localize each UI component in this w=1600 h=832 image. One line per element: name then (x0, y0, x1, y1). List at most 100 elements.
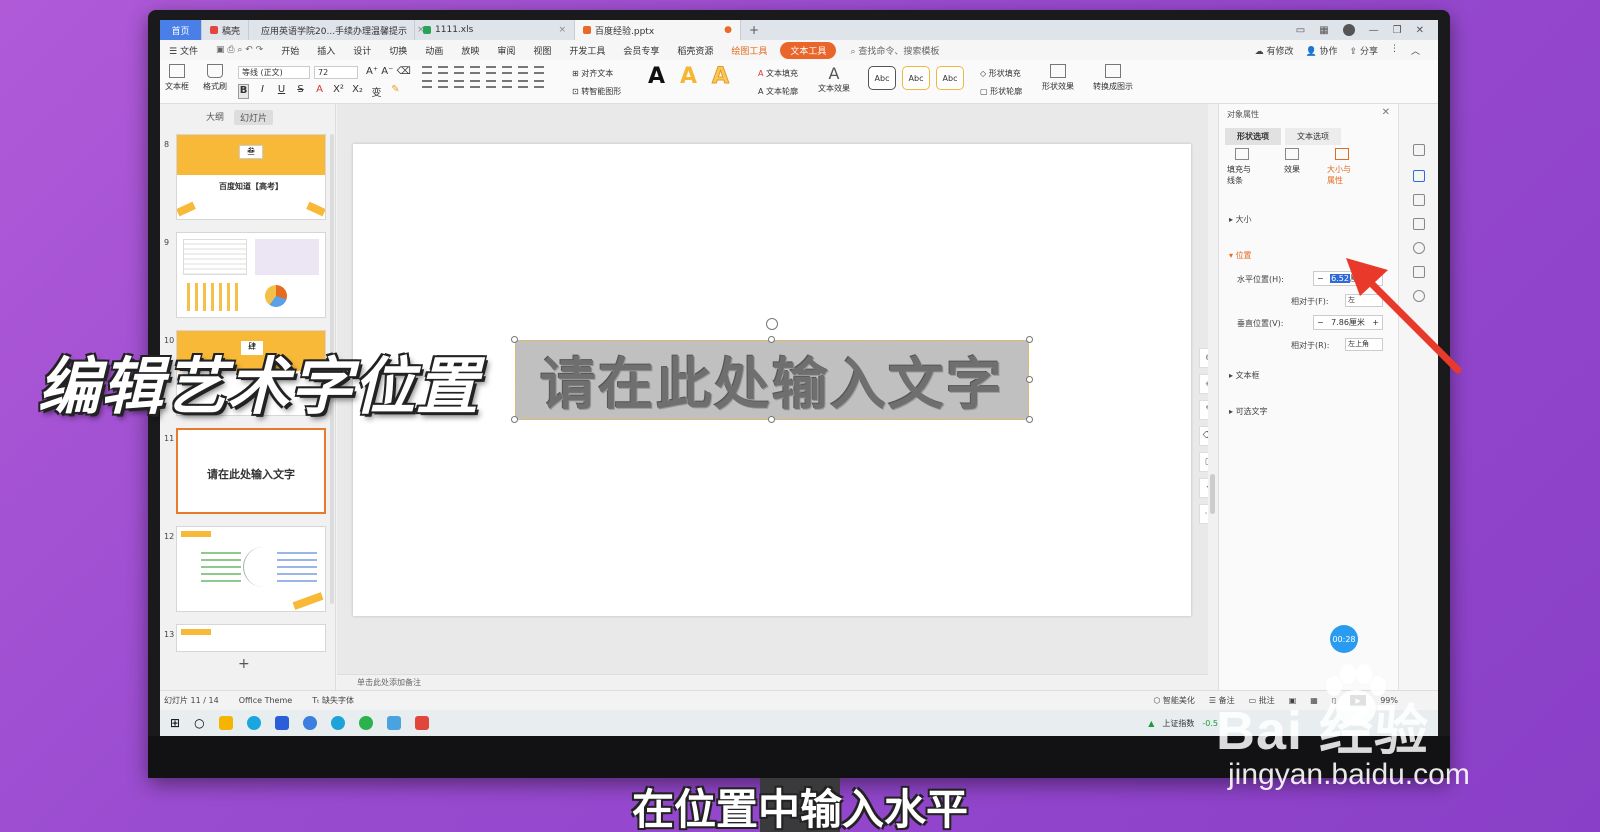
tab-pptx[interactable]: 百度经验.pptx ● (575, 20, 742, 40)
resize-handle[interactable] (1026, 416, 1033, 423)
edge-icon[interactable] (330, 716, 345, 730)
resize-handle[interactable] (1026, 336, 1033, 343)
tab-shape-options[interactable]: 形状选项 (1225, 128, 1281, 145)
collab-button[interactable]: 👤 协作 (1305, 44, 1337, 57)
new-tab-button[interactable]: + (741, 23, 767, 37)
search-icon[interactable]: ○ (194, 716, 204, 730)
slide-thumb-12[interactable] (176, 526, 326, 612)
slide-thumb-8[interactable]: 叁 百度知道【高考】 (176, 134, 326, 220)
direction-icon[interactable] (486, 66, 496, 74)
decrement-icon[interactable]: − (1317, 274, 1324, 283)
number-icon[interactable] (438, 66, 448, 74)
convert-diagram-button[interactable]: 转换成图示 (1088, 64, 1138, 92)
close-icon[interactable]: × (558, 25, 566, 35)
indent-inc-icon[interactable] (470, 66, 480, 74)
menu-slideshow[interactable]: 放映 (452, 44, 488, 57)
indent-dec-icon[interactable] (454, 66, 464, 74)
avatar[interactable] (1342, 24, 1355, 36)
tab-doc[interactable]: 应用英语学院20...手续办理温馨提示 × (249, 20, 425, 40)
menu-design[interactable]: 设计 (344, 44, 380, 57)
font-color-button[interactable]: A (314, 84, 325, 99)
app-icon[interactable] (386, 716, 401, 730)
distribute-icon[interactable] (486, 80, 496, 88)
grid-icon[interactable]: ▦ (1319, 25, 1328, 36)
shape-fill-button[interactable]: ◇ 形状填充 (980, 68, 1021, 79)
tab-slides[interactable]: 幻灯片 (234, 110, 274, 125)
tab-text-options[interactable]: 文本选项 (1285, 128, 1341, 145)
quick-access-icons[interactable]: ▣ ⎙ ⌕ ↶ ↷ (207, 45, 272, 55)
resize-handle[interactable] (768, 416, 775, 423)
restore-icon[interactable]: ❐ (1393, 25, 1402, 36)
wordart-style-outline[interactable]: A (711, 64, 729, 90)
text-effect-button[interactable]: A 文本效果 (814, 64, 854, 94)
rotate-handle-icon[interactable] (766, 318, 778, 330)
menu-text-tools[interactable]: 文本工具 (780, 41, 837, 59)
fill-line-category[interactable]: 填充与线条 (1227, 148, 1257, 186)
resize-handle[interactable] (511, 336, 518, 343)
close-panel-icon[interactable]: ✕ (1382, 107, 1390, 118)
shape-style-1[interactable]: Abc (868, 66, 896, 90)
highlight-button[interactable]: ✎ (390, 84, 401, 99)
section-size[interactable]: ▸ 大小 (1229, 214, 1252, 225)
text-outline-button[interactable]: A 文本轮廓 (758, 86, 798, 97)
slide-thumb-11[interactable]: 请在此处输入文字 (176, 428, 326, 514)
menu-file[interactable]: ☰ 文件 (160, 44, 207, 57)
menu-resources[interactable]: 稻壳资源 (668, 44, 722, 57)
tab-docer[interactable]: 稿壳 (202, 20, 250, 40)
wordart-style-gold[interactable]: A (680, 64, 697, 89)
line-gap-icon[interactable] (534, 80, 544, 88)
para-indent-icon[interactable] (518, 80, 528, 88)
menu-member[interactable]: 会员专享 (614, 44, 668, 57)
share-button[interactable]: ⇪ 分享 (1350, 44, 1378, 57)
tab-xls[interactable]: 1111.xls × (415, 20, 576, 40)
phonetic-button[interactable]: 变 (371, 84, 382, 99)
format-brush-button[interactable]: 格式刷 (200, 64, 230, 92)
browser-icon[interactable] (246, 716, 261, 730)
menu-transition[interactable]: 切换 (380, 44, 416, 57)
menu-review[interactable]: 审阅 (488, 44, 524, 57)
file-explorer-icon[interactable] (218, 716, 233, 730)
align-center-icon[interactable] (438, 80, 448, 88)
align-left-icon[interactable] (422, 80, 432, 88)
textbox-button[interactable]: 文本框 (162, 64, 192, 92)
resize-handle[interactable] (511, 416, 518, 423)
size-props-category[interactable]: 大小与属性 (1327, 148, 1357, 186)
menu-insert[interactable]: 插入 (308, 44, 344, 57)
app-icon[interactable] (274, 716, 289, 730)
slide-thumb-9[interactable] (176, 232, 326, 318)
underline-button[interactable]: U (276, 84, 287, 99)
windows-start-icon[interactable]: ⊞ (170, 716, 180, 730)
section-textbox[interactable]: ▸ 文本框 (1229, 370, 1260, 381)
menu-drawing-tools[interactable]: 绘图工具 (722, 44, 776, 57)
subscript-button[interactable]: X₂ (352, 84, 363, 99)
resize-handle[interactable] (1026, 376, 1033, 383)
superscript-button[interactable]: X² (333, 84, 344, 99)
font-family-select[interactable]: 等线 (正文) (238, 66, 310, 79)
collapse-ribbon-icon[interactable]: ︿ (1411, 44, 1420, 57)
missing-font[interactable]: Tₜ 缺失字体 (312, 695, 354, 706)
para-spacing-icon[interactable] (502, 80, 512, 88)
beautify-button[interactable]: ⬡ 智能美化 (1153, 695, 1195, 706)
shape-effect-button[interactable]: 形状效果 (1036, 64, 1080, 92)
has-changes-button[interactable]: ☁ 有修改 (1255, 44, 1294, 57)
shape-style-3[interactable]: Abc (936, 66, 964, 90)
shape-outline-button[interactable]: ▢ 形状轮廓 (980, 86, 1022, 97)
bold-button[interactable]: B (238, 84, 249, 99)
justify-icon[interactable] (470, 80, 480, 88)
font-grow-shrink-icons[interactable]: A⁺ A⁻ ⌫ (366, 66, 411, 77)
scroll-thumb[interactable] (1210, 474, 1215, 514)
tab-outline[interactable]: 大纲 (206, 110, 224, 125)
wordart-text[interactable]: 请在此处输入文字 (540, 340, 1004, 421)
slide-thumb-13[interactable] (176, 624, 326, 652)
menu-animation[interactable]: 动画 (416, 44, 452, 57)
canvas-scrollbar[interactable] (1208, 104, 1218, 690)
sort-icon[interactable] (518, 66, 528, 74)
shape-style-2[interactable]: Abc (902, 66, 930, 90)
decrement-icon[interactable]: − (1317, 318, 1324, 327)
align-right-icon[interactable] (454, 80, 464, 88)
command-search[interactable]: ⌕ 查找命令、搜索模板 (836, 44, 939, 57)
columns-icon[interactable] (534, 66, 544, 74)
section-position[interactable]: ▾ 位置 (1229, 250, 1252, 261)
section-alt-text[interactable]: ▸ 可选文字 (1229, 406, 1268, 417)
line-spacing-icon[interactable] (502, 66, 512, 74)
